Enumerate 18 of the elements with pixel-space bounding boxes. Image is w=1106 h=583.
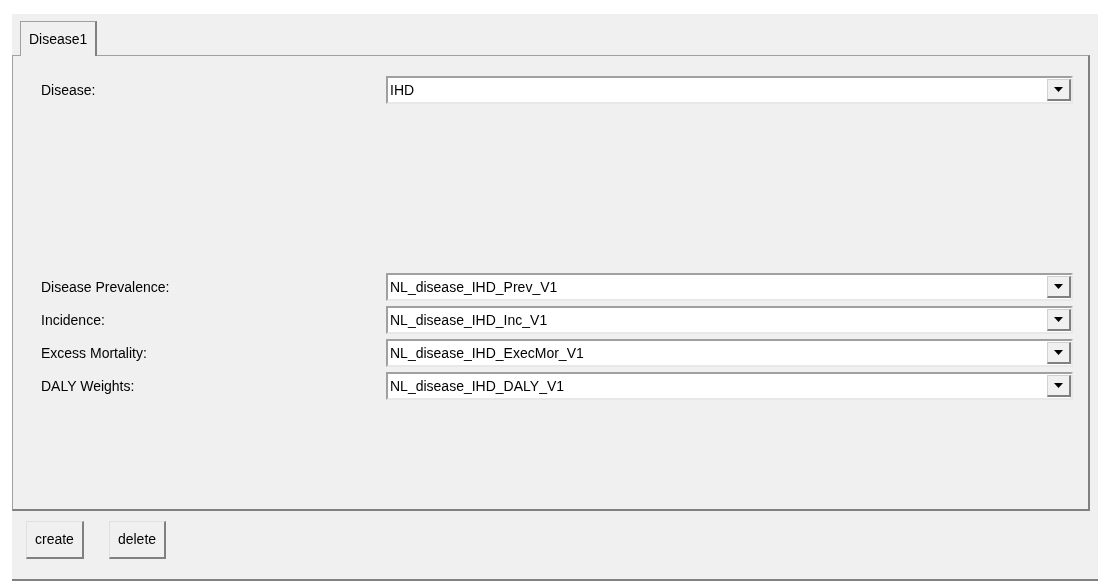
dropdown[interactable]: IHD — [386, 76, 1073, 104]
caret-icon — [1054, 87, 1063, 92]
dropdown[interactable]: NL_disease_IHD_Prev_V1 — [386, 273, 1073, 301]
caret-icon — [1054, 350, 1063, 355]
caret-icon — [1054, 284, 1063, 289]
dropdown[interactable]: NL_disease_IHD_DALY_V1 — [386, 372, 1073, 400]
field-label: Disease: — [41, 80, 97, 100]
caret-icon — [1054, 383, 1063, 388]
field-label: Excess Mortality: — [41, 343, 148, 363]
action-button[interactable]: create — [26, 521, 84, 559]
field-label: Incidence: — [41, 310, 106, 330]
action-button[interactable]: delete — [108, 521, 167, 559]
field-label: DALY Weights: — [41, 376, 136, 396]
dropdown[interactable]: NL_disease_IHD_ExecMor_V1 — [386, 339, 1073, 367]
caret-icon — [1054, 317, 1063, 322]
field-label: Disease Prevalence: — [41, 277, 171, 297]
dropdown[interactable]: NL_disease_IHD_Inc_V1 — [386, 306, 1073, 334]
tab[interactable]: Disease1 — [20, 21, 98, 56]
